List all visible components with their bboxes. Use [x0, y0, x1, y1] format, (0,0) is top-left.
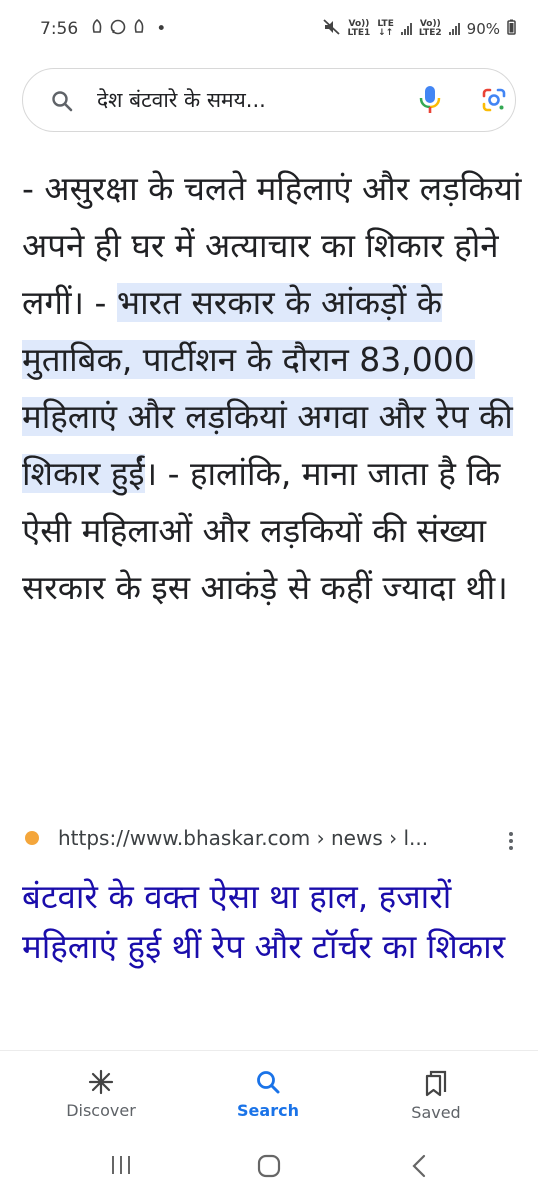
notification-icon — [132, 18, 146, 40]
dot: • — [156, 19, 167, 39]
result-source[interactable]: https://www.bhaskar.com › news › l... — [22, 826, 522, 850]
article-snippet: - असुरक्षा के चलते महिलाएं और लड़कियां अ… — [22, 160, 522, 616]
mic-icon[interactable] — [419, 85, 441, 119]
signal-icon — [400, 23, 412, 35]
sim2-indicator: Vo)) LTE2 — [418, 19, 442, 38]
lte-indicator: LTE ↓↑ — [377, 19, 394, 38]
search-query[interactable]: देश बंटवारे के समय... — [97, 86, 266, 114]
bookmarks-icon — [425, 1070, 447, 1097]
google-lens-icon[interactable] — [481, 87, 507, 117]
search-result[interactable]: https://www.bhaskar.com › news › l... बं… — [22, 826, 522, 972]
battery-level: 90% — [466, 20, 500, 38]
nav-label: Discover — [66, 1101, 136, 1120]
mute-icon — [322, 19, 341, 39]
clock: 7:56 — [40, 19, 79, 39]
nav-discover[interactable]: Discover — [31, 1069, 171, 1120]
nav-label: Search — [237, 1101, 299, 1120]
status-bar: 7:56 • Vo)) LTE1 LTE ↓↑ Vo)) LTE2 90% — [0, 0, 538, 58]
whatsapp-icon — [110, 19, 126, 40]
sim1-indicator: Vo)) LTE1 — [347, 19, 371, 38]
home-icon[interactable] — [257, 1154, 281, 1182]
back-icon[interactable] — [411, 1154, 427, 1182]
more-options-icon[interactable] — [509, 832, 513, 853]
bottom-nav: Discover Search Saved — [0, 1050, 538, 1143]
result-url[interactable]: https://www.bhaskar.com › news › l... — [58, 826, 428, 850]
result-title-link[interactable]: बंटवारे के वक्त ऐसा था हाल, हजारों महिला… — [22, 872, 522, 972]
system-nav — [0, 1142, 538, 1199]
search-icon — [257, 1071, 280, 1094]
nav-search[interactable]: Search — [198, 1069, 338, 1120]
nav-label: Saved — [411, 1103, 461, 1122]
notification-icon — [90, 18, 104, 40]
battery-icon — [507, 19, 516, 39]
search-icon[interactable] — [51, 90, 73, 116]
recent-apps-icon[interactable] — [110, 1154, 132, 1180]
nav-saved[interactable]: Saved — [366, 1069, 506, 1122]
asterisk-icon — [88, 1069, 114, 1095]
site-favicon — [25, 831, 39, 845]
signal-icon — [448, 23, 460, 35]
search-bar[interactable]: देश बंटवारे के समय... — [22, 68, 516, 132]
